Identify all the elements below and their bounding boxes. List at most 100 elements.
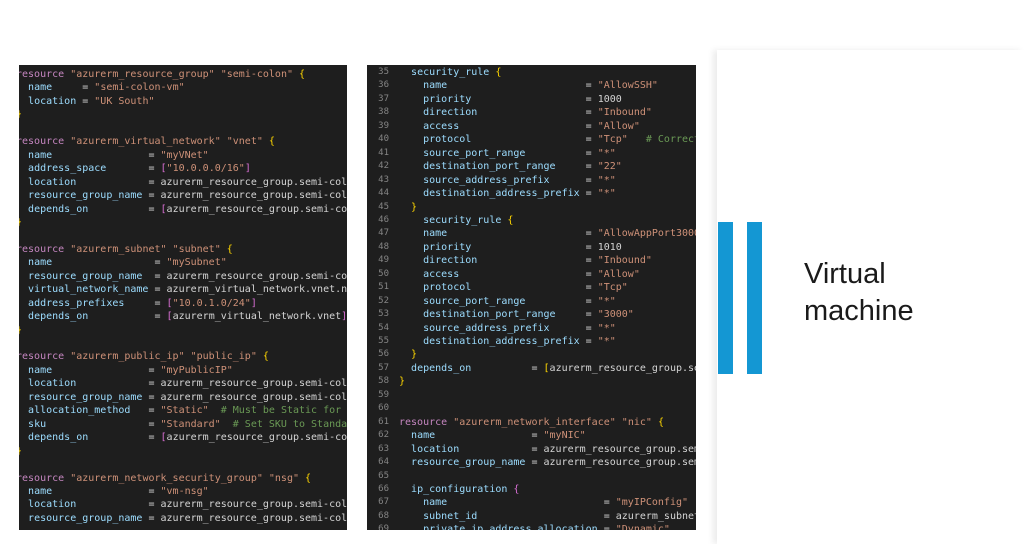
code-text: priority = 1010 (423, 241, 622, 253)
code-line: 44 destination_address_prefix = "*" (367, 187, 696, 200)
accent-bar-2 (747, 222, 762, 374)
code-text: resource "azurerm_network_security_group… (19, 472, 312, 484)
code-line: depends_on = [azurerm_resource_group.sem… (19, 203, 347, 216)
code-text: resource "azurerm_network_interface" "ni… (399, 416, 664, 428)
line-number: 40 (378, 134, 389, 145)
code-line: 36 name = "AllowSSH" (367, 79, 696, 92)
line-number: 42 (378, 161, 389, 172)
code-text: source_port_range = "*" (423, 147, 616, 159)
line-number: 66 (378, 483, 389, 494)
code-line: } (19, 108, 347, 121)
code-line: 47 name = "AllowAppPort3000" (367, 227, 696, 240)
code-text: access = "Allow" (423, 268, 640, 280)
code-line: allocation_method = "Static" # Must be S… (19, 404, 347, 417)
code-text: } (411, 201, 418, 213)
line-number: 41 (378, 147, 389, 158)
line-number: 38 (378, 107, 389, 118)
code-text: security_rule { (423, 214, 514, 226)
code-line: 62 name = "myNIC" (367, 429, 696, 442)
code-line: } (19, 445, 347, 458)
code-text: resource "azurerm_public_ip" "public_ip"… (19, 351, 269, 363)
line-number: 61 (378, 416, 389, 427)
code-line: name = "myVNet" (19, 149, 347, 162)
line-number: 53 (378, 309, 389, 320)
caption-virtual-machine: Virtual machine (804, 256, 1004, 330)
line-number: 54 (378, 322, 389, 333)
code-line: 63 location = azurerm_resource_group.sem… (367, 443, 696, 456)
code-text: resource "azurerm_subnet" "subnet" { (19, 243, 233, 255)
code-line: depends_on = [azurerm_resource_group.sem… (19, 431, 347, 444)
line-number: 48 (378, 241, 389, 252)
code-text: protocol = "Tcp" (423, 282, 628, 294)
line-number: 46 (378, 214, 389, 225)
code-text: subnet_id = azurerm_subnet.subnet.id (423, 510, 696, 522)
line-number: 49 (378, 255, 389, 266)
code-text: location = azurerm_resource_group.semi-c… (28, 378, 347, 390)
code-line: 57 depends_on = [azurerm_resource_group.… (367, 362, 696, 375)
code-editor-left: resource "azurerm_resource_group" "semi-… (19, 65, 347, 530)
code-text: name = "myPublicIP" (28, 364, 233, 376)
code-line: } (19, 324, 347, 337)
code-text: name = "AllowSSH" (423, 80, 658, 92)
code-line: address_space = ["10.0.0.0/16"] (19, 162, 347, 175)
code-line: 67 name = "myIPConfig" (367, 496, 696, 509)
code-line: sku = "Standard" # Set SKU to Standard (19, 418, 347, 431)
code-text: name = "myVNet" (28, 149, 209, 161)
code-line: 50 access = "Allow" (367, 268, 696, 281)
code-text: } (19, 216, 22, 229)
code-text: allocation_method = "Static" # Must be S… (28, 405, 342, 417)
code-text: source_port_range = "*" (423, 295, 616, 307)
code-text: name = "mySubnet" (28, 257, 227, 269)
code-text: name = "myIPConfig" (423, 497, 689, 509)
code-text: resource_group_name = azurerm_resource_g… (411, 457, 696, 469)
code-line: 42 destination_port_range = "22" (367, 160, 696, 173)
code-line: 52 source_port_range = "*" (367, 295, 696, 308)
line-number: 56 (378, 349, 389, 360)
code-text: protocol = "Tcp" # Corrected here (423, 134, 696, 146)
code-line: 55 destination_address_prefix = "*" (367, 335, 696, 348)
code-line: 59 (367, 389, 696, 402)
code-text: } (411, 349, 418, 361)
code-text: priority = 1000 (423, 93, 622, 105)
code-line: 53 destination_port_range = "3000" (367, 308, 696, 321)
code-line: 41 source_port_range = "*" (367, 147, 696, 160)
code-text: security_rule { (411, 67, 502, 78)
code-text: depends_on = [azurerm_virtual_network.vn… (28, 311, 347, 323)
code-text: source_address_prefix = "*" (423, 174, 616, 186)
line-number: 51 (378, 282, 389, 293)
code-line: 37 priority = 1000 (367, 93, 696, 106)
code-text: depends_on = [azurerm_resource_group.sem… (411, 362, 696, 374)
code-text: } (19, 445, 22, 458)
caption-line-1: Virtual (804, 258, 886, 290)
code-line: 58} (367, 375, 696, 388)
code-text: destination_address_prefix = "*" (423, 188, 616, 200)
code-text: location = azurerm_resource_group.semi-c… (411, 443, 696, 455)
code-line: 40 protocol = "Tcp" # Corrected here (367, 133, 696, 146)
code-line: 51 protocol = "Tcp" (367, 281, 696, 294)
code-text: resource_group_name = azurerm_resource_g… (28, 512, 347, 524)
line-number: 69 (378, 524, 389, 530)
accent-bar-1 (718, 222, 733, 374)
line-number: 67 (378, 497, 389, 508)
code-text: name = "semi-colon-vm" (28, 82, 185, 94)
code-line: name = "vm-nsg" (19, 485, 347, 498)
code-line: address_prefixes = ["10.0.1.0/24"] (19, 297, 347, 310)
code-text: ip_configuration { (411, 483, 520, 495)
line-number: 57 (378, 362, 389, 373)
code-line: location = azurerm_resource_group.semi-c… (19, 498, 347, 511)
code-text: depends_on = [azurerm_resource_group.sem… (28, 432, 347, 444)
code-text: resource_group_name = azurerm_resource_g… (28, 391, 347, 403)
line-number: 68 (378, 510, 389, 521)
code-line: name = "myPublicIP" (19, 364, 347, 377)
code-line: virtual_network_name = azurerm_virtual_n… (19, 283, 347, 296)
line-number: 60 (378, 403, 389, 414)
code-line: name = "semi-colon-vm" (19, 81, 347, 94)
line-number: 63 (378, 443, 389, 454)
line-number: 39 (378, 120, 389, 131)
code-line: 39 access = "Allow" (367, 120, 696, 133)
code-line: 69 private_ip_address_allocation = "Dyna… (367, 523, 696, 530)
